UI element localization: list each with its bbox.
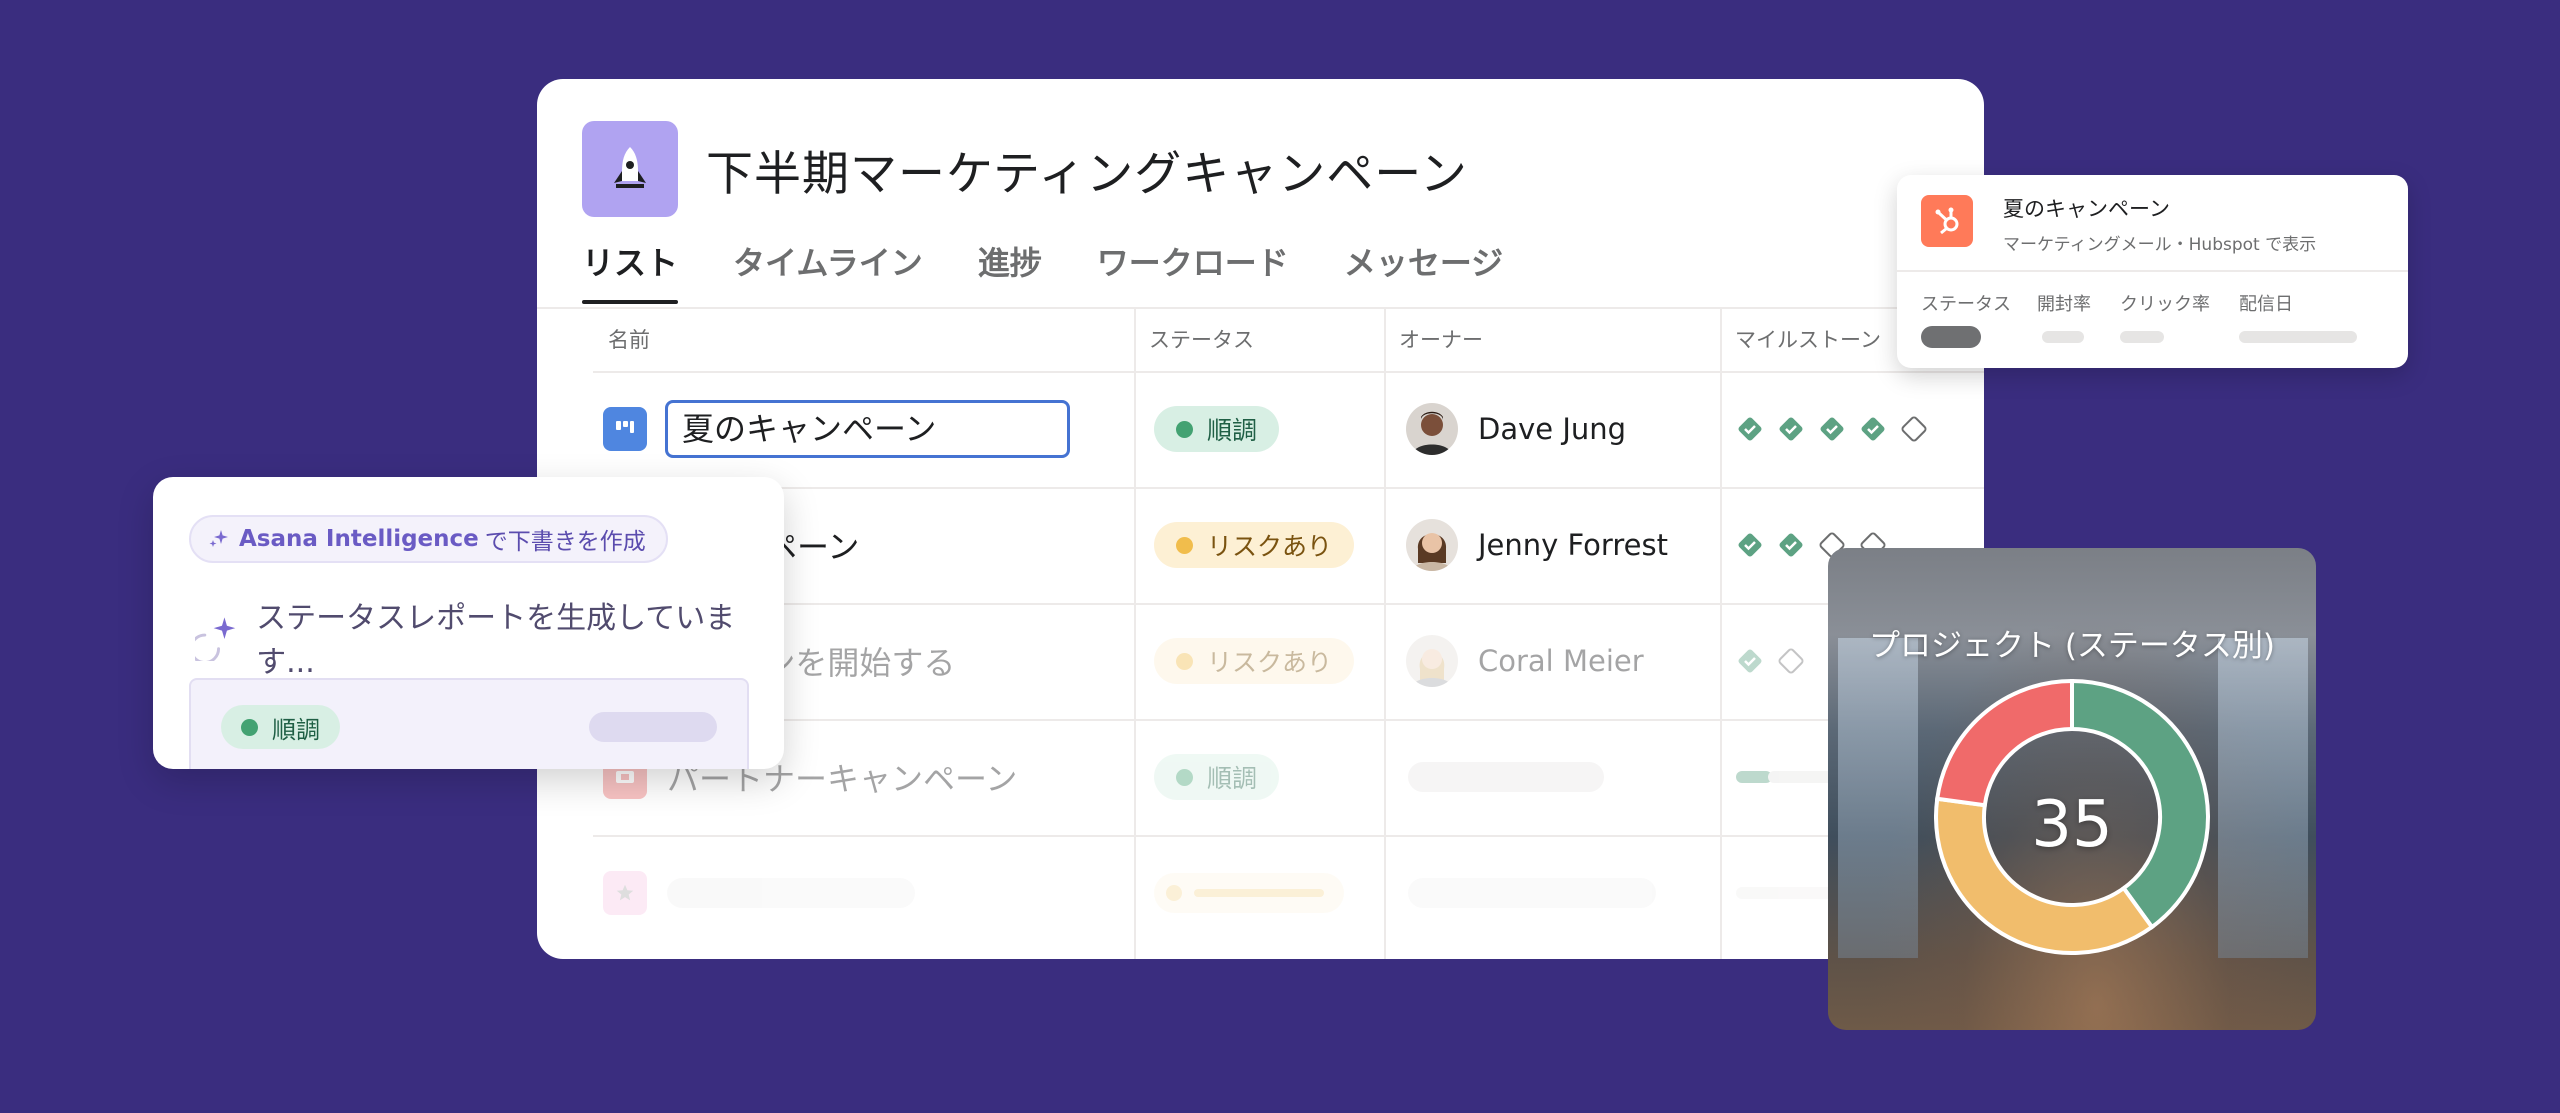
avatar [1406,635,1458,687]
tab-timeline[interactable]: タイムライン [733,241,923,307]
name-cell [593,835,915,951]
owner-cell[interactable]: Coral Meier [1384,603,1644,719]
ai-draft-preview: 順調 [189,678,749,769]
chart-total: 35 [2031,788,2113,862]
owner-cell[interactable]: Jenny Forrest [1384,487,1668,603]
milestone-track [1736,647,1818,675]
column-header-milestone[interactable]: マイルストーン [1720,309,1881,371]
sparkle-icon [207,527,231,551]
status-badge[interactable]: 順調 [1154,406,1280,452]
owner-placeholder [1408,762,1604,792]
hubspot-title: 夏のキャンペーン [2003,197,2170,221]
star-icon [603,871,647,915]
hubspot-subtitle: マーケティングメール・Hubspot で表示 [2003,235,2317,255]
hubspot-divider [1897,270,2408,272]
project-title: 下半期マーケティングキャンペーン [706,146,1468,202]
owner-name: Dave Jung [1478,412,1627,446]
status-dot [1176,652,1193,670]
status-chart-card: プロジェクト (ステータス別) 35 [1828,548,2316,1030]
status-label: リスクあり [1207,532,1333,561]
owner-placeholder [1408,878,1656,908]
tab-list[interactable]: リスト [582,241,679,307]
hubspot-icon [1921,195,1973,247]
send-date-placeholder [2239,331,2357,343]
ai-brand: Asana Intelligence [239,526,479,552]
milestone-complete-icon [1738,533,1762,557]
status-badge[interactable]: 順調 [1154,754,1280,800]
ai-generating: ステータスレポートを生成しています... [195,593,784,681]
milestone-incomplete-icon [1778,648,1804,674]
column-header-name[interactable]: 名前 [593,309,650,371]
open-rate-placeholder [2042,331,2084,343]
status-placeholder [1921,326,1981,348]
donut-slice-2 [1934,679,2074,808]
milestone-complete-icon [1779,417,1803,441]
status-label: リスクあり [1207,648,1333,677]
hubspot-column-open-rate: 開封率 [2037,294,2091,315]
hubspot-column-status: ステータス [1921,294,2011,315]
ai-loading-icon [195,617,236,661]
milestone-cell [1720,603,1818,719]
owner-cell[interactable]: Dave Jung [1384,371,1626,487]
ai-draft-chip[interactable]: Asana Intelligence で下書きを作成 [189,515,668,563]
status-dot [1176,420,1193,438]
status-cell[interactable]: 順調 [1134,719,1280,835]
status-dot [1176,768,1193,786]
click-rate-placeholder [2120,331,2164,343]
rocket-icon[interactable] [582,121,678,217]
name-cell: 夏のキャンペーン [593,371,1070,487]
status-dot [241,718,258,736]
task-name-placeholder [667,878,915,908]
status-badge[interactable]: リスクあり [1154,638,1355,684]
milestone-track [1736,415,1941,443]
milestone-complete-icon [1820,417,1844,441]
tab-workload[interactable]: ワークロード [1097,241,1289,307]
hubspot-card[interactable]: 夏のキャンペーン マーケティングメール・Hubspot で表示 ステータス 開封… [1897,175,2408,368]
milestone-cell [1720,371,1941,487]
owner-cell[interactable] [1384,719,1604,835]
status-cell[interactable]: リスクあり [1134,487,1355,603]
hubspot-column-click-rate: クリック率 [2120,294,2210,315]
status-badge[interactable]: リスクあり [1154,522,1355,568]
ai-generating-text: ステータスレポートを生成しています... [256,601,736,680]
project-header: 下半期マーケティングキャンペーン [582,121,1468,217]
status-label: 順調 [1207,416,1258,445]
status-badge[interactable]: 順調 [221,705,340,749]
table-row[interactable]: パートナーキャンペーン 順調 [593,719,1984,835]
milestone-complete-icon [1738,417,1762,441]
column-header-owner[interactable]: オーナー [1384,309,1483,371]
owner-name: Jenny Forrest [1478,528,1668,562]
milestone-complete-icon [1861,417,1885,441]
table-row[interactable]: ンペーン リスクあり Jenny Forrest [593,487,1984,603]
table-row[interactable]: 夏のキャンペーン 順調 Dave Jung [593,371,1984,487]
milestone-complete-icon [1779,533,1803,557]
avatar [1406,403,1458,455]
owner-name: Coral Meier [1478,644,1644,678]
milestone-incomplete-icon [1901,416,1927,442]
status-cell[interactable]: 順調 [1134,371,1280,487]
avatar [1406,519,1458,571]
tab-progress[interactable]: 進捗 [978,241,1042,307]
milestone-progress [1736,771,1772,783]
ai-status-card: Asana Intelligence で下書きを作成 ステータスレポートを生成し… [153,477,784,769]
status-placeholder [1154,873,1344,913]
hubspot-column-send-date: 配信日 [2239,294,2293,315]
table-row[interactable]: ーンを開始する リスクあり Coral Meier [593,603,1984,719]
milestone-complete-icon [1738,649,1762,673]
status-label: 順調 [272,715,320,744]
task-name-input[interactable]: 夏のキャンペーン [665,400,1070,458]
chart-title: プロジェクト (ステータス別) [1868,628,2276,664]
table-row[interactable] [593,835,1984,951]
text-placeholder [589,712,717,742]
status-cell[interactable]: リスクあり [1134,603,1355,719]
status-label: 順調 [1207,764,1258,793]
tab-messages[interactable]: メッセージ [1344,241,1503,307]
column-header-status[interactable]: ステータス [1134,309,1254,371]
board-icon [603,407,647,451]
status-cell [1134,835,1344,951]
status-dot [1176,536,1193,554]
ai-chip-label: で下書きを作成 [484,529,646,555]
project-tabs: リスト タイムライン 進捗 ワークロード メッセージ [582,241,1558,307]
owner-cell [1384,835,1656,951]
